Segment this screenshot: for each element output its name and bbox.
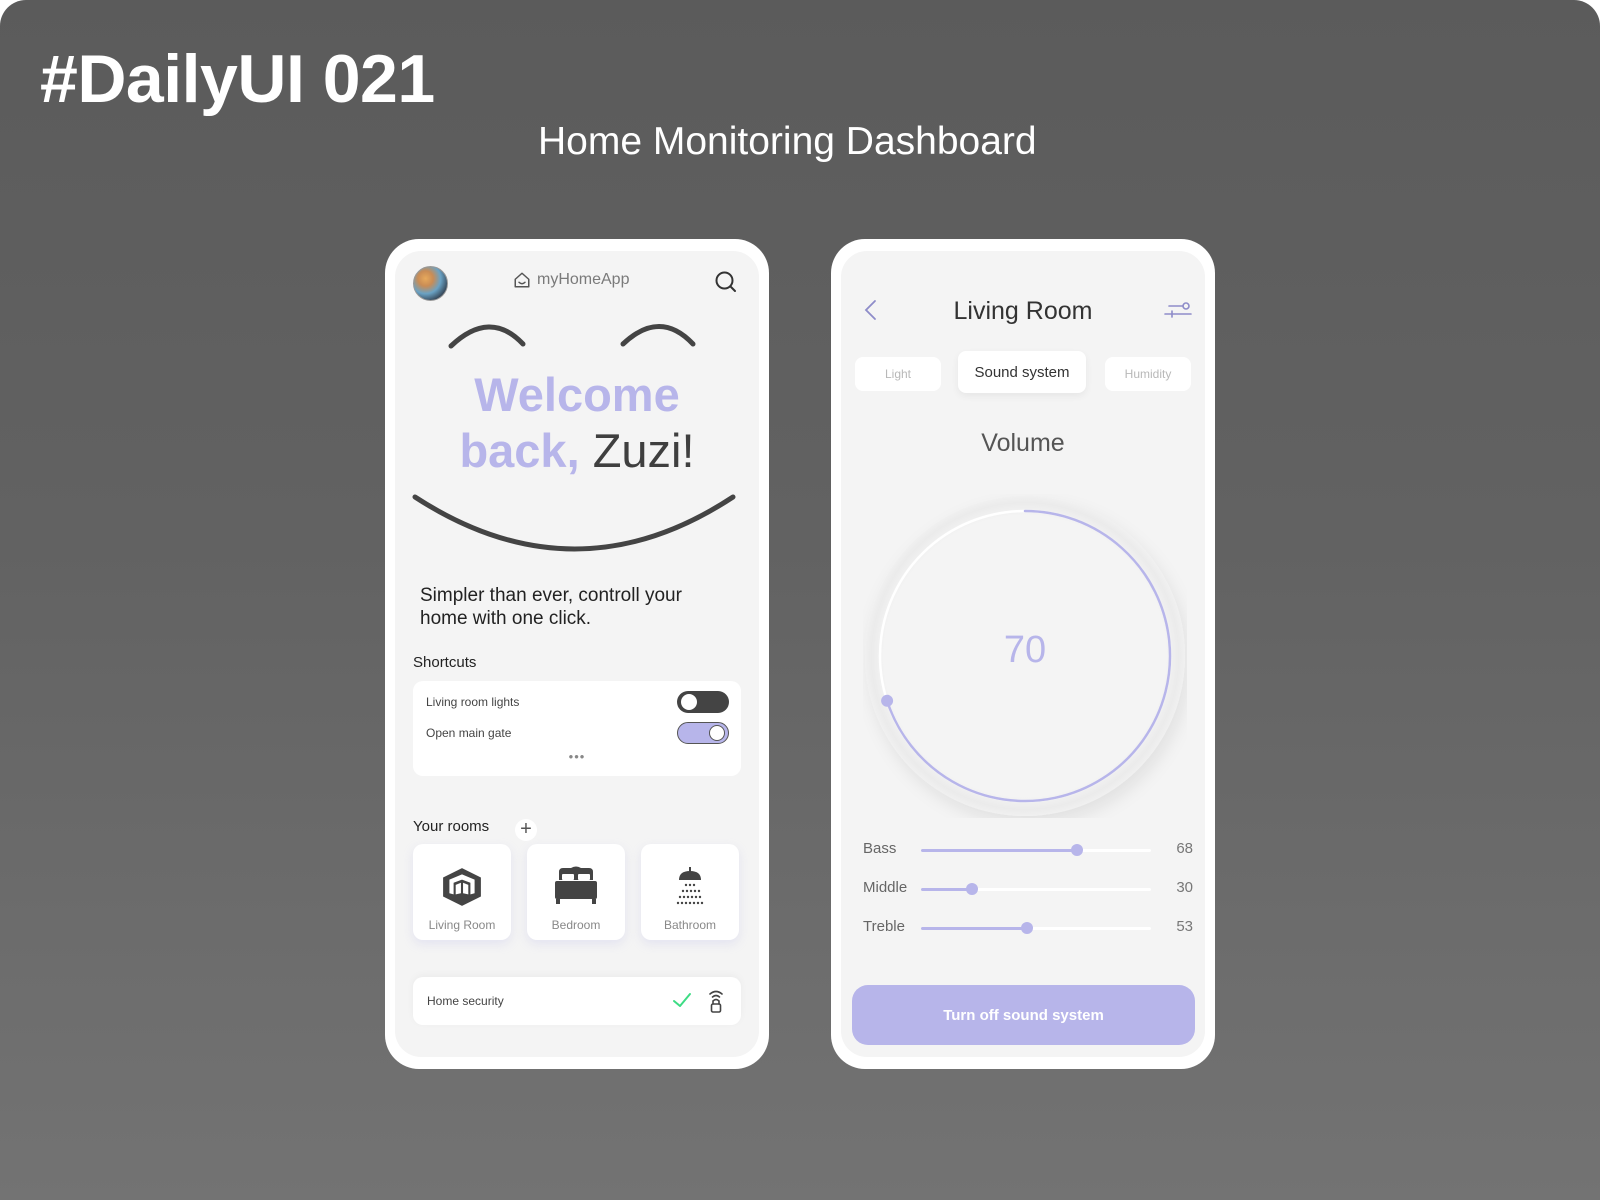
dial-thumb bbox=[881, 694, 894, 707]
turn-off-sound-system-button[interactable]: Turn off sound system bbox=[852, 985, 1195, 1045]
right-eye bbox=[620, 324, 696, 347]
treble-slider[interactable] bbox=[921, 922, 1151, 934]
search-icon bbox=[715, 271, 736, 292]
volume-value: 70 bbox=[1003, 629, 1047, 671]
room-label: Bedroom bbox=[551, 918, 601, 932]
shortcuts-card: Living room lights Open main gate ••• bbox=[413, 681, 741, 776]
home-screen-phone: myHomeApp Welcome back, Zuzi! Simpler th… bbox=[385, 239, 769, 1069]
eq-label: Bass bbox=[863, 840, 897, 857]
bass-slider[interactable] bbox=[921, 844, 1151, 856]
eq-label: Treble bbox=[863, 918, 905, 935]
shortcut-label: Open main gate bbox=[426, 726, 512, 740]
slider-thumb[interactable] bbox=[1020, 922, 1033, 934]
slider-thumb[interactable] bbox=[965, 883, 978, 895]
check-icon bbox=[673, 993, 691, 1007]
eq-row-treble: Treble 53 bbox=[863, 918, 1193, 938]
living-room-icon bbox=[443, 868, 481, 906]
app-brand: myHomeApp bbox=[513, 271, 629, 289]
toggle-knob bbox=[709, 725, 725, 741]
bed-icon bbox=[555, 866, 597, 904]
tab-sound-system[interactable]: Sound system bbox=[958, 351, 1086, 393]
smile bbox=[412, 494, 736, 552]
room-screen-phone: Living Room Light Sound system Humidity … bbox=[831, 239, 1215, 1069]
room-card-bedroom[interactable]: Bedroom bbox=[527, 844, 625, 940]
shortcuts-title: Shortcuts bbox=[413, 654, 477, 671]
rooms-title: Your rooms bbox=[413, 818, 490, 835]
search-button[interactable] bbox=[713, 269, 739, 295]
tagline: Simpler than ever, controll your home wi… bbox=[420, 585, 682, 629]
slider-thumb[interactable] bbox=[1071, 844, 1084, 856]
welcome-line-1: Welcome bbox=[474, 368, 680, 421]
room-screen: Living Room Light Sound system Humidity … bbox=[841, 251, 1205, 1057]
home-screen: myHomeApp Welcome back, Zuzi! Simpler th… bbox=[395, 251, 759, 1057]
room-title: Living Room bbox=[953, 297, 1093, 325]
eq-row-bass: Bass 68 bbox=[863, 840, 1193, 860]
open-main-gate-toggle[interactable] bbox=[677, 722, 729, 744]
left-eye bbox=[448, 324, 526, 349]
add-room-button[interactable]: + bbox=[515, 819, 537, 841]
settings-sliders-icon[interactable] bbox=[1163, 297, 1193, 323]
slider-fill bbox=[921, 888, 972, 891]
welcome-line-2: back, bbox=[459, 424, 580, 477]
eq-row-middle: Middle 30 bbox=[863, 879, 1193, 899]
room-label: Bathroom bbox=[663, 918, 717, 932]
living-room-lights-toggle[interactable] bbox=[677, 691, 729, 713]
room-card-bathroom[interactable]: Bathroom bbox=[641, 844, 739, 940]
shortcut-label: Living room lights bbox=[426, 695, 520, 709]
slider-fill bbox=[921, 927, 1027, 930]
volume-dial[interactable]: 70 bbox=[863, 494, 1187, 818]
home-security-card[interactable]: Home security bbox=[413, 977, 741, 1025]
eq-value: 30 bbox=[1176, 879, 1193, 896]
eq-value: 68 bbox=[1176, 840, 1193, 857]
shot-title: #DailyUI 021 bbox=[40, 41, 435, 117]
home-icon bbox=[514, 272, 530, 288]
slider-fill bbox=[921, 849, 1078, 852]
shot-subtitle: Home Monitoring Dashboard bbox=[538, 120, 1037, 163]
toggle-knob bbox=[681, 694, 697, 710]
home-security-label: Home security bbox=[427, 994, 504, 1008]
tab-light[interactable]: Light bbox=[855, 357, 941, 391]
volume-label: Volume bbox=[981, 429, 1065, 457]
tab-humidity[interactable]: Humidity bbox=[1105, 357, 1191, 391]
wireless-lock-icon[interactable] bbox=[707, 988, 725, 1014]
shortcut-living-room-lights: Living room lights bbox=[426, 689, 729, 715]
room-card-living-room[interactable]: Living Room bbox=[413, 844, 511, 940]
user-avatar[interactable] bbox=[413, 266, 448, 301]
app-name: myHomeApp bbox=[537, 271, 630, 288]
eq-label: Middle bbox=[863, 879, 908, 896]
shortcut-open-main-gate: Open main gate bbox=[426, 720, 729, 746]
room-label: Living Room bbox=[428, 918, 496, 932]
presentation-canvas: #DailyUI 021 Home Monitoring Dashboard m… bbox=[0, 0, 1600, 1200]
middle-slider[interactable] bbox=[921, 883, 1151, 895]
welcome-heading: Welcome back, Zuzi! bbox=[395, 367, 759, 479]
more-shortcuts-button[interactable]: ••• bbox=[413, 749, 741, 764]
shower-icon bbox=[676, 867, 704, 905]
user-name: Zuzi! bbox=[592, 424, 695, 477]
eq-value: 53 bbox=[1176, 918, 1193, 935]
